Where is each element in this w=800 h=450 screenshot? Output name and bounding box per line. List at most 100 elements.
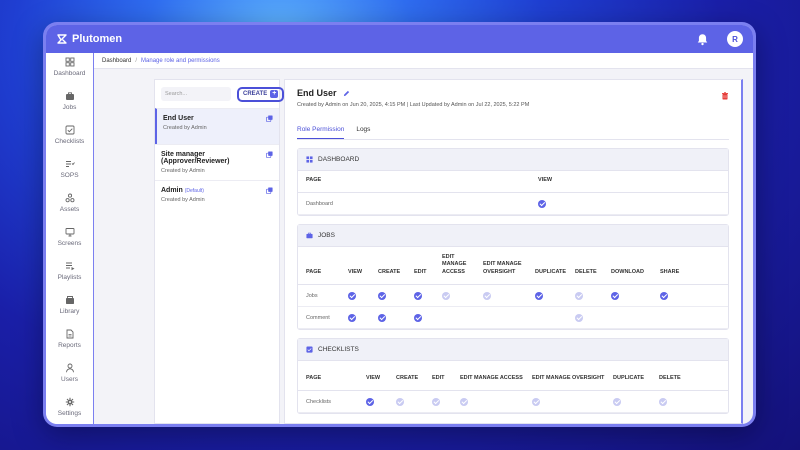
role-name: Admin <box>161 187 183 194</box>
section-title: DASHBOARD <box>318 156 360 163</box>
checked-checkbox-icon[interactable] <box>414 313 422 322</box>
checked-checkbox-icon[interactable] <box>378 313 386 322</box>
role-detail-panel: End User Created by Admin on Jun 20, 202… <box>284 79 743 424</box>
row-page-label: Dashboard <box>298 193 530 215</box>
disabled-checkbox-icon <box>442 291 450 300</box>
permission-cell <box>358 391 388 413</box>
role-title: End User <box>297 88 337 98</box>
row-page-label: Jobs <box>298 285 340 307</box>
breadcrumb-separator: / <box>135 57 138 64</box>
plus-icon: + <box>270 90 279 98</box>
role-item-site-manager[interactable]: Site manager (Approver/Reviewer) Created… <box>155 144 279 180</box>
sidebar-item-dashboard[interactable]: Dashboard <box>46 53 93 87</box>
sidebar-item-label: Screens <box>57 240 82 247</box>
sidebar-item-label: Checklists <box>54 138 85 145</box>
sidebar-item-settings[interactable]: Settings <box>46 393 93 424</box>
sidebar-item-checklists[interactable]: Checklists <box>46 121 93 155</box>
app-logo[interactable]: Plutomen <box>56 33 122 45</box>
checked-checkbox-icon[interactable] <box>348 291 356 300</box>
plutomen-logo-icon <box>57 34 67 44</box>
create-button-label: CREATE <box>243 91 268 97</box>
role-item-end-user[interactable]: End User Created by Admin <box>155 108 279 144</box>
role-created-by: Created by Admin <box>161 197 205 203</box>
role-name: Site manager (Approver/Reviewer) <box>161 151 230 165</box>
permission-table-checklists: PAGE VIEW CREATE EDIT EDIT MANAGE ACCESS EDIT… <box>298 361 728 413</box>
tab-logs[interactable]: Logs <box>356 126 370 139</box>
permission-cell <box>475 307 527 329</box>
sidebar-item-label: SOPS <box>60 172 79 179</box>
column-header-edit: EDIT <box>424 361 452 391</box>
permission-cell <box>475 285 527 307</box>
role-created-by: Created by Admin <box>163 125 207 131</box>
permission-cell <box>527 285 567 307</box>
sidebar-item-users[interactable]: Users <box>46 359 93 393</box>
briefcase-icon <box>65 92 74 100</box>
checked-checkbox-icon[interactable] <box>378 291 386 300</box>
checklist-icon <box>306 346 313 353</box>
row-page-label: Comment <box>298 307 340 329</box>
column-header-duplicate: DUPLICATE <box>605 361 651 391</box>
checked-checkbox-icon[interactable] <box>611 291 619 300</box>
library-icon <box>65 296 74 304</box>
checked-checkbox-icon[interactable] <box>538 199 546 208</box>
roles-panel: Search... CREATE + End User Created by A… <box>154 79 285 424</box>
column-header-delete: DELETE <box>651 361 728 391</box>
column-header-delete: DELETE <box>567 247 603 285</box>
permission-cell <box>434 285 475 307</box>
disabled-checkbox-icon <box>483 291 491 300</box>
role-item-admin[interactable]: Admin (Default) Created by Admin <box>155 180 279 216</box>
assets-icon <box>65 193 74 203</box>
app-window-frame: Plutomen R Dashboard Jobs Checklists SOP… <box>43 22 756 427</box>
column-header-duplicate: DUPLICATE <box>527 247 567 285</box>
permission-card-jobs: JOBS PAGE VIEW CREATE EDIT EDIT MANAGE ACCES… <box>297 224 729 330</box>
sidebar-item-reports[interactable]: Reports <box>46 325 93 359</box>
role-created-by: Created by Admin <box>161 168 205 174</box>
column-header-share: SHARE <box>652 247 728 285</box>
notification-bell-icon[interactable] <box>696 33 709 46</box>
sidebar-item-label: Settings <box>57 410 82 417</box>
sidebar-item-sops[interactable]: SOPS <box>46 155 93 189</box>
permission-cell <box>340 285 370 307</box>
sidebar-item-screens[interactable]: Screens <box>46 223 93 257</box>
gear-icon <box>65 397 74 407</box>
checked-checkbox-icon[interactable] <box>366 397 374 406</box>
column-header-edit-manage-oversight: EDIT MANAGE OVERSIGHT <box>524 361 605 391</box>
column-header-page: PAGE <box>298 171 530 193</box>
edit-pencil-icon[interactable] <box>343 90 350 97</box>
column-header-download: DOWNLOAD <box>603 247 652 285</box>
breadcrumb-root-link[interactable]: Dashboard <box>102 58 131 64</box>
permission-cell <box>530 193 728 215</box>
sidebar-item-library[interactable]: Library <box>46 291 93 325</box>
user-avatar[interactable]: R <box>727 31 743 47</box>
delete-trash-icon[interactable] <box>721 92 729 100</box>
copy-icon[interactable] <box>266 187 273 194</box>
top-bar: Plutomen R <box>46 25 753 53</box>
column-header-edit-manage-access: EDIT MANAGE ACCESS <box>434 247 475 285</box>
checked-checkbox-icon[interactable] <box>535 291 543 300</box>
sidebar-item-jobs[interactable]: Jobs <box>46 87 93 121</box>
permission-cell <box>605 391 651 413</box>
disabled-checkbox-icon <box>532 397 540 406</box>
sidebar-item-playlists[interactable]: Playlists <box>46 257 93 291</box>
monitor-icon <box>65 228 74 237</box>
copy-icon[interactable] <box>266 115 273 122</box>
report-icon <box>66 329 73 339</box>
role-search-input[interactable]: Search... <box>161 87 231 101</box>
section-header: JOBS <box>298 225 728 247</box>
tab-role-permission[interactable]: Role Permission <box>297 126 345 139</box>
checked-checkbox-icon[interactable] <box>660 291 668 300</box>
checked-checkbox-icon[interactable] <box>414 291 422 300</box>
permission-cell <box>603 307 652 329</box>
create-role-button[interactable]: CREATE + <box>237 86 285 102</box>
section-header: DASHBOARD <box>298 149 728 171</box>
sidebar-item-assets[interactable]: Assets <box>46 189 93 223</box>
disabled-checkbox-icon <box>613 397 621 406</box>
copy-icon[interactable] <box>266 151 273 158</box>
checklist-icon <box>65 125 74 135</box>
section-title: JOBS <box>318 232 335 239</box>
permission-cell <box>603 285 652 307</box>
sidebar-item-label: Assets <box>59 206 80 213</box>
checked-checkbox-icon[interactable] <box>348 313 356 322</box>
detail-tabs: Role Permission Logs <box>297 126 729 140</box>
permission-card-dashboard: DASHBOARD PAGE VIEW Dashboard <box>297 148 729 216</box>
